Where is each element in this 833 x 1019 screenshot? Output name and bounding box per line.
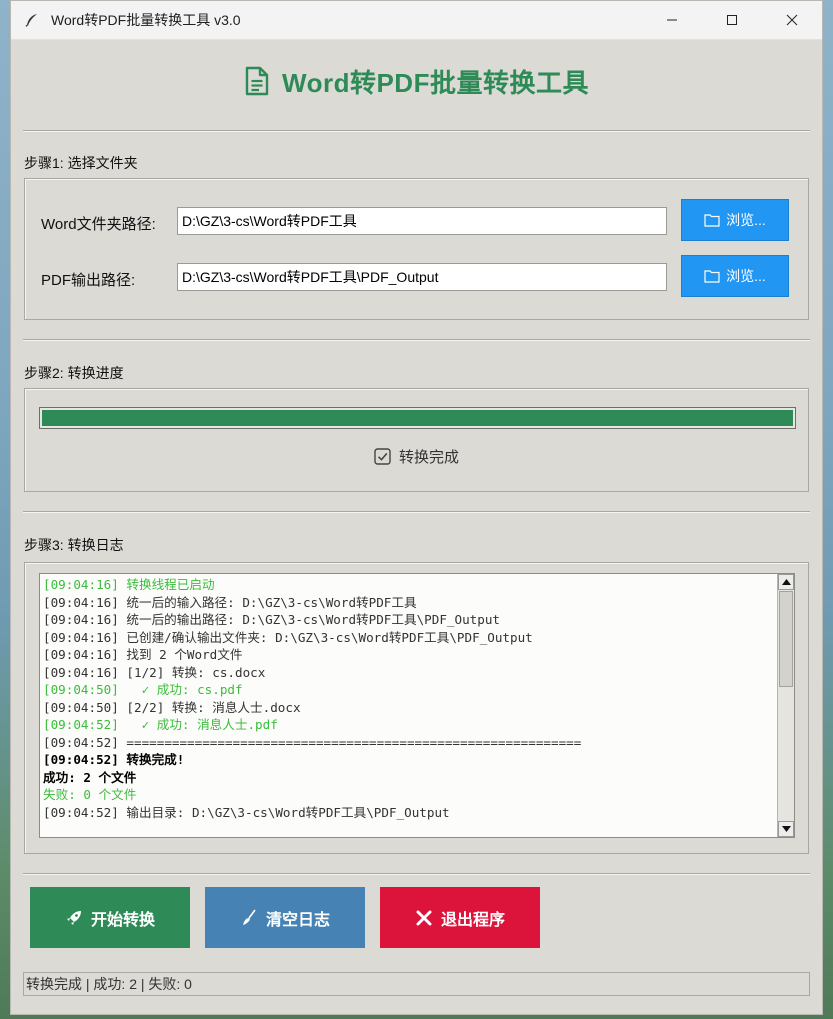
clear-log-label: 清空日志 [265,911,330,929]
log-lines: [09:04:16] 转换线程已启动 [09:04:16] 统一后的输入路径: D… [43,576,776,821]
status-bar: 转换完成 | 成功: 2 | 失败: 0 [23,972,810,996]
maximize-button[interactable] [702,1,762,39]
browse-word-button[interactable]: 浏览... [681,199,789,241]
exit-label: 退出程序 [440,911,505,929]
browse-word-label: 浏览... [726,212,766,228]
feather-icon [25,14,37,27]
x-icon [416,910,432,925]
pdf-output-label: PDF输出路径: [41,272,136,289]
clear-log-button[interactable]: 清空日志 [205,887,365,948]
pdf-output-input[interactable]: D:\GZ\3-cs\Word转PDF工具\PDF_Output [177,263,667,291]
log-line: 失败: 0 个文件 [43,787,137,802]
arrow-up-icon [781,579,791,585]
log-line: [09:04:16] 统一后的输出路径: D:\GZ\3-cs\Word转PDF… [43,612,500,627]
log-line: [09:04:50] ✓ 成功: cs.pdf [43,682,243,697]
arrow-down-icon [781,826,791,832]
separator [23,873,810,875]
separator [23,130,810,132]
log-line: [09:04:52] =============================… [43,734,582,750]
log-line: [09:04:16] 统一后的输入路径: D:\GZ\3-cs\Word转PDF… [43,594,417,610]
log-line: 成功: 2 个文件 [43,769,137,785]
progress-status-text: 转换完成 [398,449,459,466]
separator [23,339,810,341]
step2-title: 步骤2: 转换进度 [24,365,124,381]
rocket-icon [66,910,81,925]
log-line: [09:04:50] [2/2] 转换: 消息人士.docx [43,699,301,715]
log-line: [09:04:16] 转换线程已启动 [43,577,215,592]
title-bar[interactable]: Word转PDF批量转换工具 v3.0 [11,1,822,40]
scroll-thumb[interactable] [779,591,793,687]
close-button[interactable] [762,1,822,39]
minimize-button[interactable] [642,1,702,39]
minimize-icon [667,19,677,21]
checkbox-checked-icon [374,448,391,465]
step1-title: 步骤1: 选择文件夹 [24,155,138,171]
log-textbox[interactable]: [09:04:16] 转换线程已启动 [09:04:16] 统一后的输入路径: D… [39,573,795,838]
app-window: Word转PDF批量转换工具 v3.0 Word转PDF批量转换工具 步骤1: … [10,0,823,1015]
scroll-up-button[interactable] [778,574,794,590]
document-icon [245,66,269,96]
word-folder-label: Word文件夹路径: [41,216,156,233]
exit-button[interactable]: 退出程序 [380,887,540,948]
log-line: [09:04:52] 转换完成! [43,752,185,767]
step3-title: 步骤3: 转换日志 [24,537,124,553]
log-line: [09:04:16] 找到 2 个Word文件 [43,647,243,662]
maximize-icon [727,15,737,25]
log-line: [09:04:16] 已创建/确认输出文件夹: D:\GZ\3-cs\Word转… [43,629,533,645]
browse-pdf-label: 浏览... [726,268,766,284]
log-group: [09:04:16] 转换线程已启动 [09:04:16] 统一后的输入路径: D… [24,562,809,854]
progress-bar [39,407,796,429]
progress-fill [42,410,793,426]
scroll-down-button[interactable] [778,821,794,837]
folder-icon [704,270,720,283]
broom-icon [242,909,256,925]
progress-status: 转换完成 [25,446,808,467]
log-scrollbar[interactable] [777,574,794,837]
browse-pdf-button[interactable]: 浏览... [681,255,789,297]
folder-select-group: Word文件夹路径: D:\GZ\3-cs\Word转PDF工具 浏览... P… [24,178,809,320]
start-conversion-button[interactable]: 开始转换 [30,887,190,948]
window-title: Word转PDF批量转换工具 v3.0 [51,12,241,28]
progress-group: 转换完成 [24,388,809,492]
log-line: [09:04:16] [1/2] 转换: cs.docx [43,664,266,680]
start-conversion-label: 开始转换 [90,911,155,929]
close-icon [786,14,798,26]
word-folder-input[interactable]: D:\GZ\3-cs\Word转PDF工具 [177,207,667,235]
log-line: [09:04:52] 输出目录: D:\GZ\3-cs\Word转PDF工具\P… [43,804,450,820]
separator [23,511,810,513]
app-title: Word转PDF批量转换工具 [282,67,589,98]
log-line: [09:04:52] ✓ 成功: 消息人士.pdf [43,717,278,732]
app-header: Word转PDF批量转换工具 [11,40,822,122]
folder-icon [704,214,720,227]
